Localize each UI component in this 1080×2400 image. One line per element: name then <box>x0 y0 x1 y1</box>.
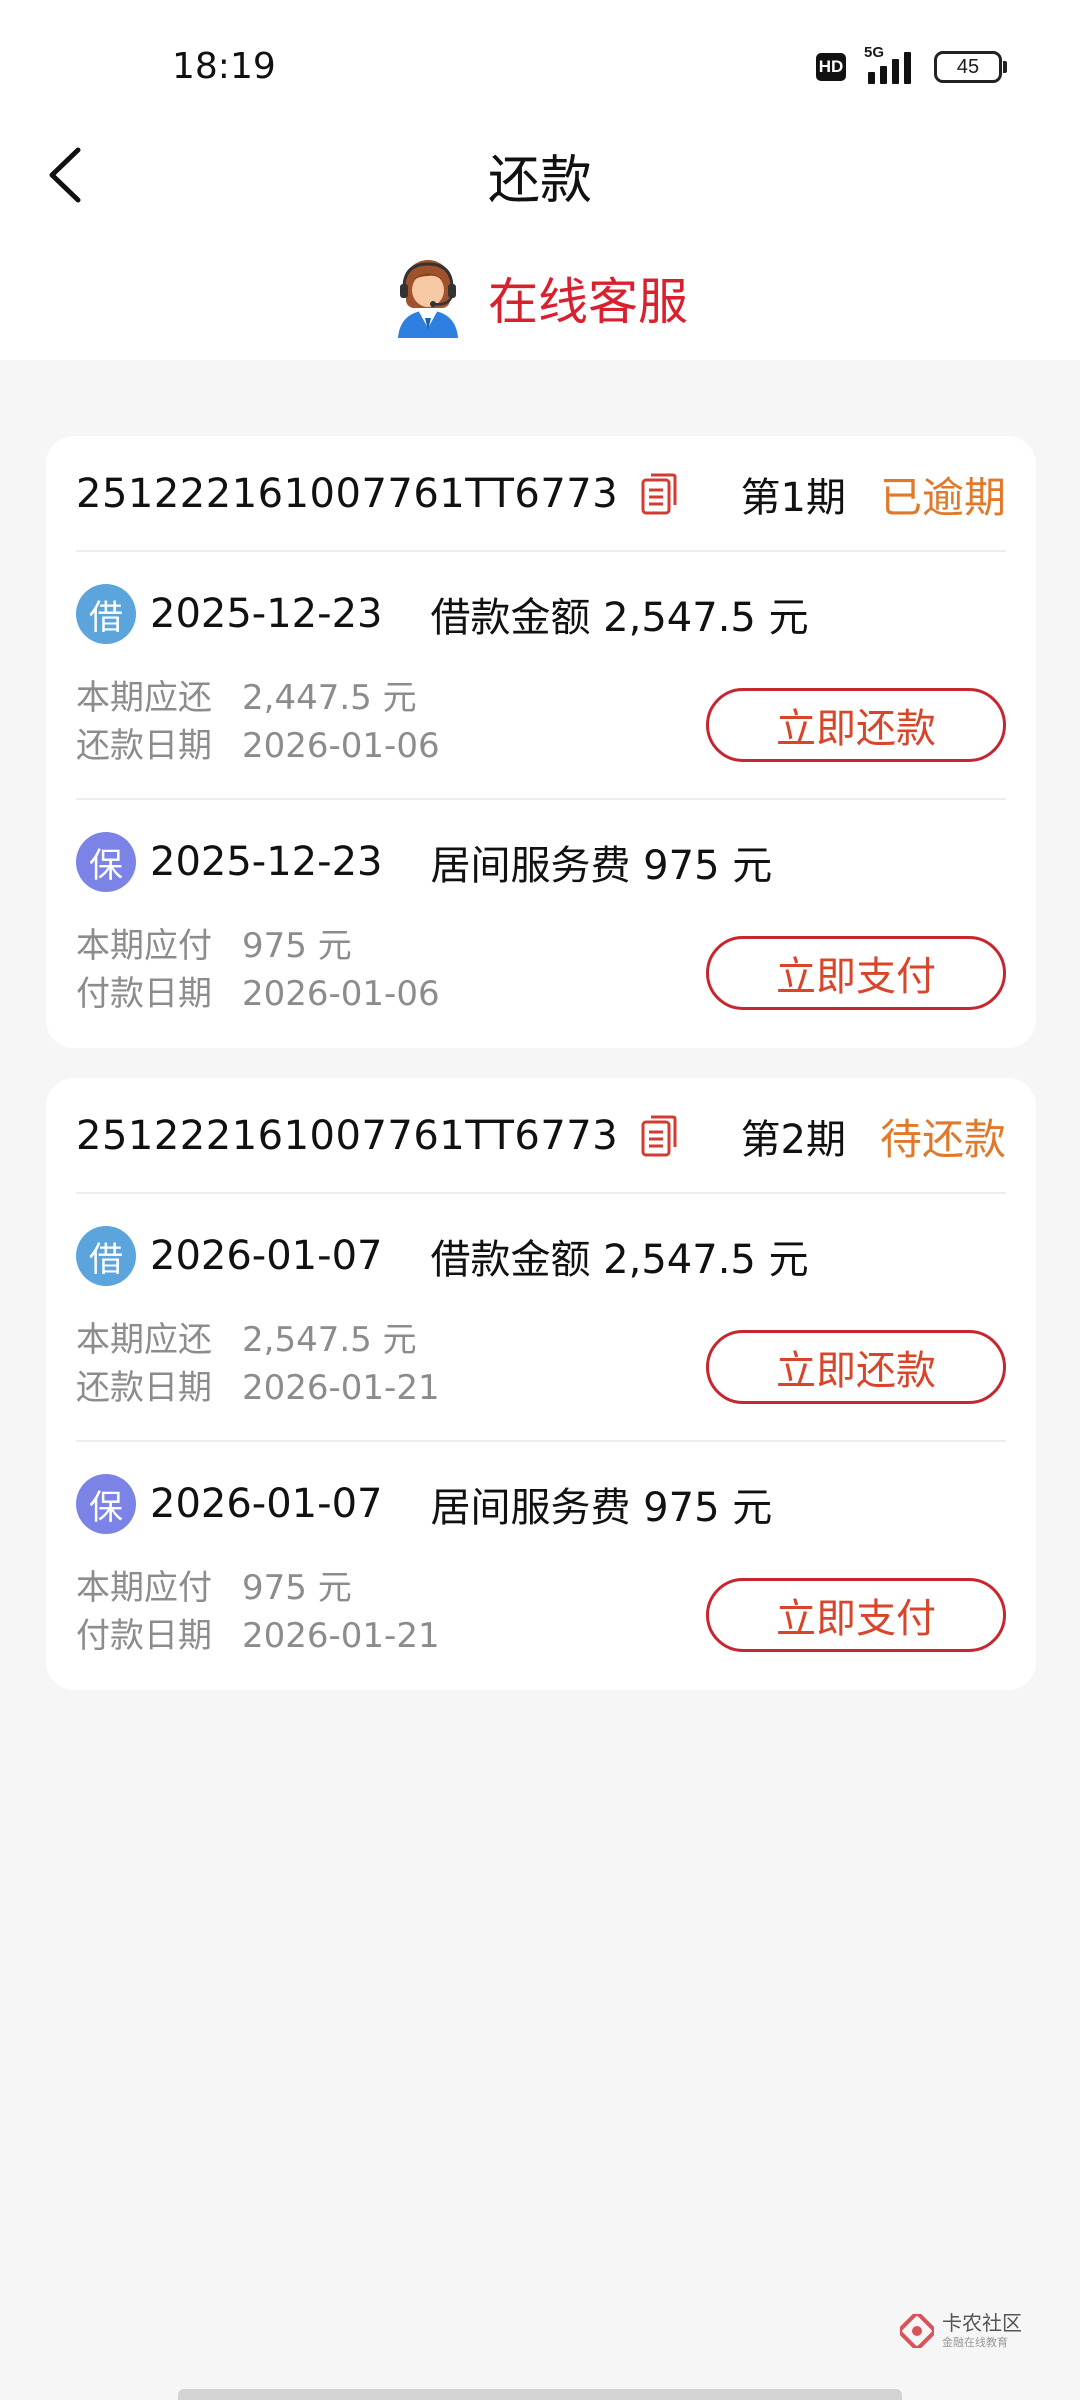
copy-icon[interactable] <box>640 1114 678 1158</box>
divider <box>76 1192 1006 1194</box>
customer-service-avatar-icon <box>398 260 458 338</box>
period-label: 第1期 <box>740 475 846 521</box>
loan-date: 2025-12-23 <box>150 591 383 637</box>
order-number: 251222161007761TT6773 <box>76 1113 619 1159</box>
divider <box>76 550 1006 552</box>
divider <box>76 798 1006 800</box>
repay-now-button[interactable]: 立即还款 <box>706 1330 1006 1404</box>
fee-row: 保 2026-01-07 居间服务费 975 元 <box>76 1474 772 1534</box>
repay-date-label: 还款日期 <box>76 726 212 766</box>
fee-row: 保 2025-12-23 居间服务费 975 元 <box>76 832 772 892</box>
loan-amount: 借款金额 2,547.5 元 <box>430 1237 809 1283</box>
network-type: 5G <box>864 44 885 61</box>
card-header: 251222161007761TT6773 第1期 已逾期 <box>76 464 1006 524</box>
fee-details: 本期应付 975 元 付款日期 2026-01-21 <box>76 1564 440 1660</box>
due-value: 975 元 <box>242 926 352 966</box>
pay-date-label: 付款日期 <box>76 974 212 1014</box>
status-badge: 待还款 <box>879 1114 1006 1164</box>
loan-row: 借 2026-01-07 借款金额 2,547.5 元 <box>76 1226 809 1286</box>
pay-now-button[interactable]: 立即支付 <box>706 936 1006 1010</box>
fee-date: 2025-12-23 <box>150 839 383 885</box>
watermark-subtitle: 金融在线教育 <box>942 2336 1008 2349</box>
divider <box>76 1440 1006 1442</box>
copy-icon[interactable] <box>640 472 678 516</box>
pay-date-label: 付款日期 <box>76 1616 212 1656</box>
loan-details: 本期应还 2,447.5 元 还款日期 2026-01-06 <box>76 674 440 770</box>
watermark: 卡农社区 金融在线教育 <box>900 2312 1022 2350</box>
installment-card: 251222161007761TT6773 第2期 待还款 借 2026-01-… <box>46 1078 1036 1690</box>
due-value: 2,547.5 元 <box>242 1320 417 1360</box>
guarantee-badge-icon: 保 <box>76 832 136 892</box>
due-label: 本期应还 <box>76 1320 212 1360</box>
repay-date-label: 还款日期 <box>76 1368 212 1408</box>
fee-details: 本期应付 975 元 付款日期 2026-01-06 <box>76 922 440 1018</box>
loan-badge-icon: 借 <box>76 1226 136 1286</box>
due-label: 本期应付 <box>76 926 212 966</box>
watermark-logo-icon <box>900 2314 934 2348</box>
status-icons: HD 5G 45 <box>816 44 1007 84</box>
hd-icon: HD <box>816 53 846 81</box>
pay-date-value: 2026-01-21 <box>242 1616 440 1656</box>
watermark-title: 卡农社区 <box>942 2311 1022 2335</box>
page-title: 还款 <box>487 151 592 211</box>
period-label: 第2期 <box>740 1117 846 1163</box>
repay-date-value: 2026-01-21 <box>242 1368 440 1408</box>
battery-icon: 45 <box>934 51 1007 83</box>
status-time: 18:19 <box>172 46 276 87</box>
order-number: 251222161007761TT6773 <box>76 471 619 517</box>
due-value: 975 元 <box>242 1568 352 1608</box>
loan-amount: 借款金额 2,547.5 元 <box>430 595 809 641</box>
battery-level: 45 <box>956 55 980 78</box>
loan-date: 2026-01-07 <box>150 1233 383 1279</box>
due-label: 本期应还 <box>76 678 212 718</box>
online-service-label: 在线客服 <box>488 273 688 331</box>
online-service-button[interactable]: 在线客服 <box>392 258 688 338</box>
fee-amount: 居间服务费 975 元 <box>430 1485 773 1531</box>
repay-now-button[interactable]: 立即还款 <box>706 688 1006 762</box>
pay-date-value: 2026-01-06 <box>242 974 440 1014</box>
status-badge: 已逾期 <box>879 472 1006 522</box>
due-label: 本期应付 <box>76 1568 212 1608</box>
gesture-nav-bar[interactable] <box>178 2389 902 2400</box>
loan-row: 借 2025-12-23 借款金额 2,547.5 元 <box>76 584 809 644</box>
loan-details: 本期应还 2,547.5 元 还款日期 2026-01-21 <box>76 1316 440 1412</box>
guarantee-badge-icon: 保 <box>76 1474 136 1534</box>
fee-date: 2026-01-07 <box>150 1481 383 1527</box>
card-header: 251222161007761TT6773 第2期 待还款 <box>76 1106 1006 1166</box>
loan-badge-icon: 借 <box>76 584 136 644</box>
installment-card: 251222161007761TT6773 第1期 已逾期 借 2025-12-… <box>46 436 1036 1048</box>
repay-date-value: 2026-01-06 <box>242 726 440 766</box>
signal-icon: 5G <box>860 44 920 84</box>
fee-amount: 居间服务费 975 元 <box>430 843 773 889</box>
due-value: 2,447.5 元 <box>242 678 417 718</box>
pay-now-button[interactable]: 立即支付 <box>706 1578 1006 1652</box>
